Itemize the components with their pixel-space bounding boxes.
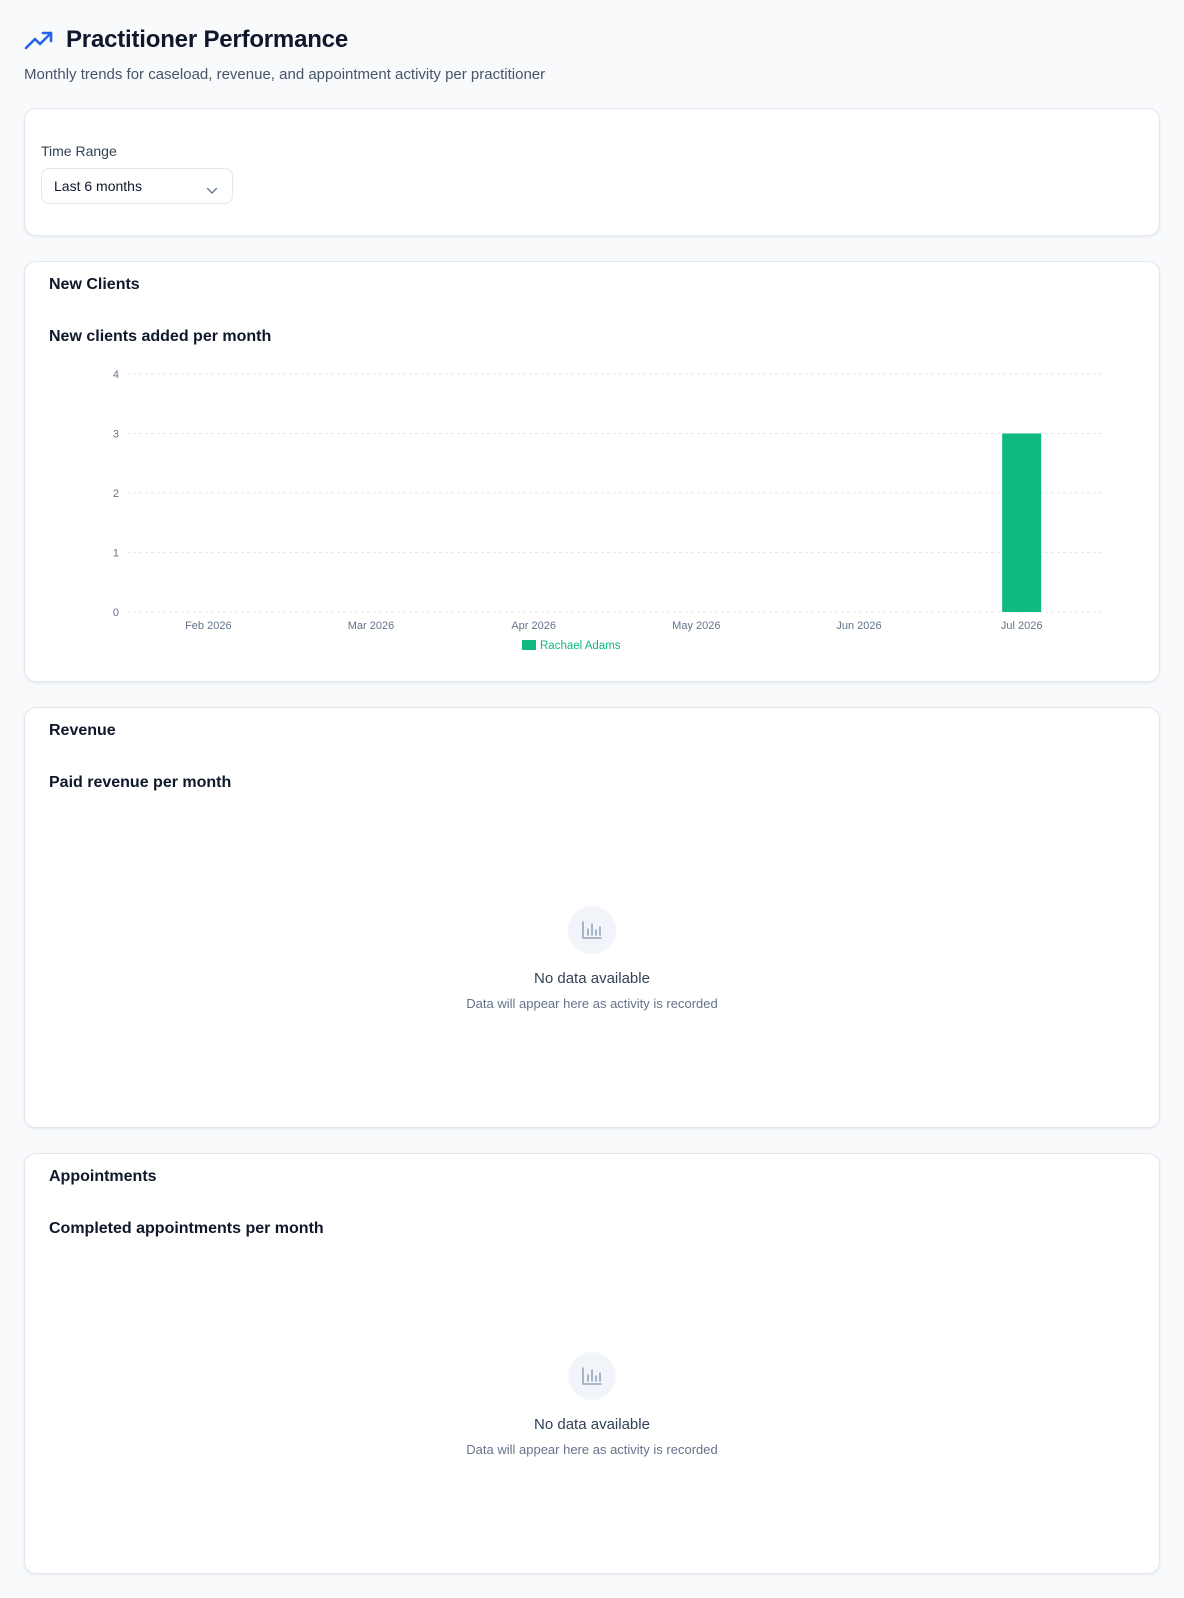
legend-label: Rachael Adams: [540, 640, 621, 652]
revenue-empty-title: No data available: [534, 970, 650, 987]
time-range-value: Last 6 months: [54, 178, 142, 194]
chevron-down-icon: [206, 182, 218, 198]
bar-chart-icon: [568, 906, 616, 954]
trending-up-icon: [24, 29, 54, 51]
appointments-title: Appointments: [49, 1168, 157, 1185]
revenue-subtitle: Paid revenue per month: [49, 774, 232, 791]
x-tick-label: Apr 2026: [511, 620, 556, 632]
page-title: Practitioner Performance: [66, 26, 348, 53]
x-tick-label: Jul 2026: [1001, 620, 1043, 632]
bar: [1002, 433, 1042, 612]
x-tick-label: Jun 2026: [836, 620, 881, 632]
appointments-card: Appointments Completed appointments per …: [24, 1153, 1160, 1574]
page-header: Practitioner Performance Monthly trends …: [24, 26, 545, 83]
revenue-empty-state: No data available Data will appear here …: [25, 906, 1159, 1011]
y-tick-label: 4: [113, 369, 119, 381]
practitioner-performance-page: Practitioner Performance Monthly trends …: [0, 0, 1184, 1598]
x-tick-label: Mar 2026: [348, 620, 394, 632]
new-clients-chart: 0 1 2 3 4 Feb 2026 Mar 2026 Apr 2026 May 2026 Jun…: [113, 369, 1103, 652]
revenue-title: Revenue: [49, 722, 116, 739]
appointments-empty-state: No data available Data will appear here …: [25, 1352, 1159, 1457]
page-subtitle: Monthly trends for caseload, revenue, an…: [24, 66, 546, 83]
new-clients-card: New Clients New clients added per month …: [24, 261, 1160, 682]
y-tick-label: 2: [113, 488, 119, 500]
y-tick-label: 1: [113, 548, 119, 560]
time-range-label: Time Range: [41, 143, 117, 159]
x-tick-label: Feb 2026: [185, 620, 231, 632]
bar-chart-icon: [568, 1352, 616, 1400]
y-tick-label: 3: [113, 429, 119, 441]
legend-swatch: [522, 640, 536, 650]
y-tick-label: 0: [113, 607, 119, 619]
filter-card: Time Range Last 6 months: [24, 108, 1160, 236]
appointments-empty-title: No data available: [534, 1416, 650, 1433]
revenue-card: Revenue Paid revenue per month No data a…: [24, 707, 1160, 1128]
title-row: Practitioner Performance: [24, 26, 545, 54]
appointments-empty-desc: Data will appear here as activity is rec…: [466, 1442, 718, 1457]
x-tick-label: May 2026: [672, 620, 720, 632]
appointments-subtitle: Completed appointments per month: [49, 1220, 324, 1237]
revenue-empty-desc: Data will appear here as activity is rec…: [466, 996, 718, 1011]
time-range-select[interactable]: Last 6 months: [41, 168, 233, 204]
